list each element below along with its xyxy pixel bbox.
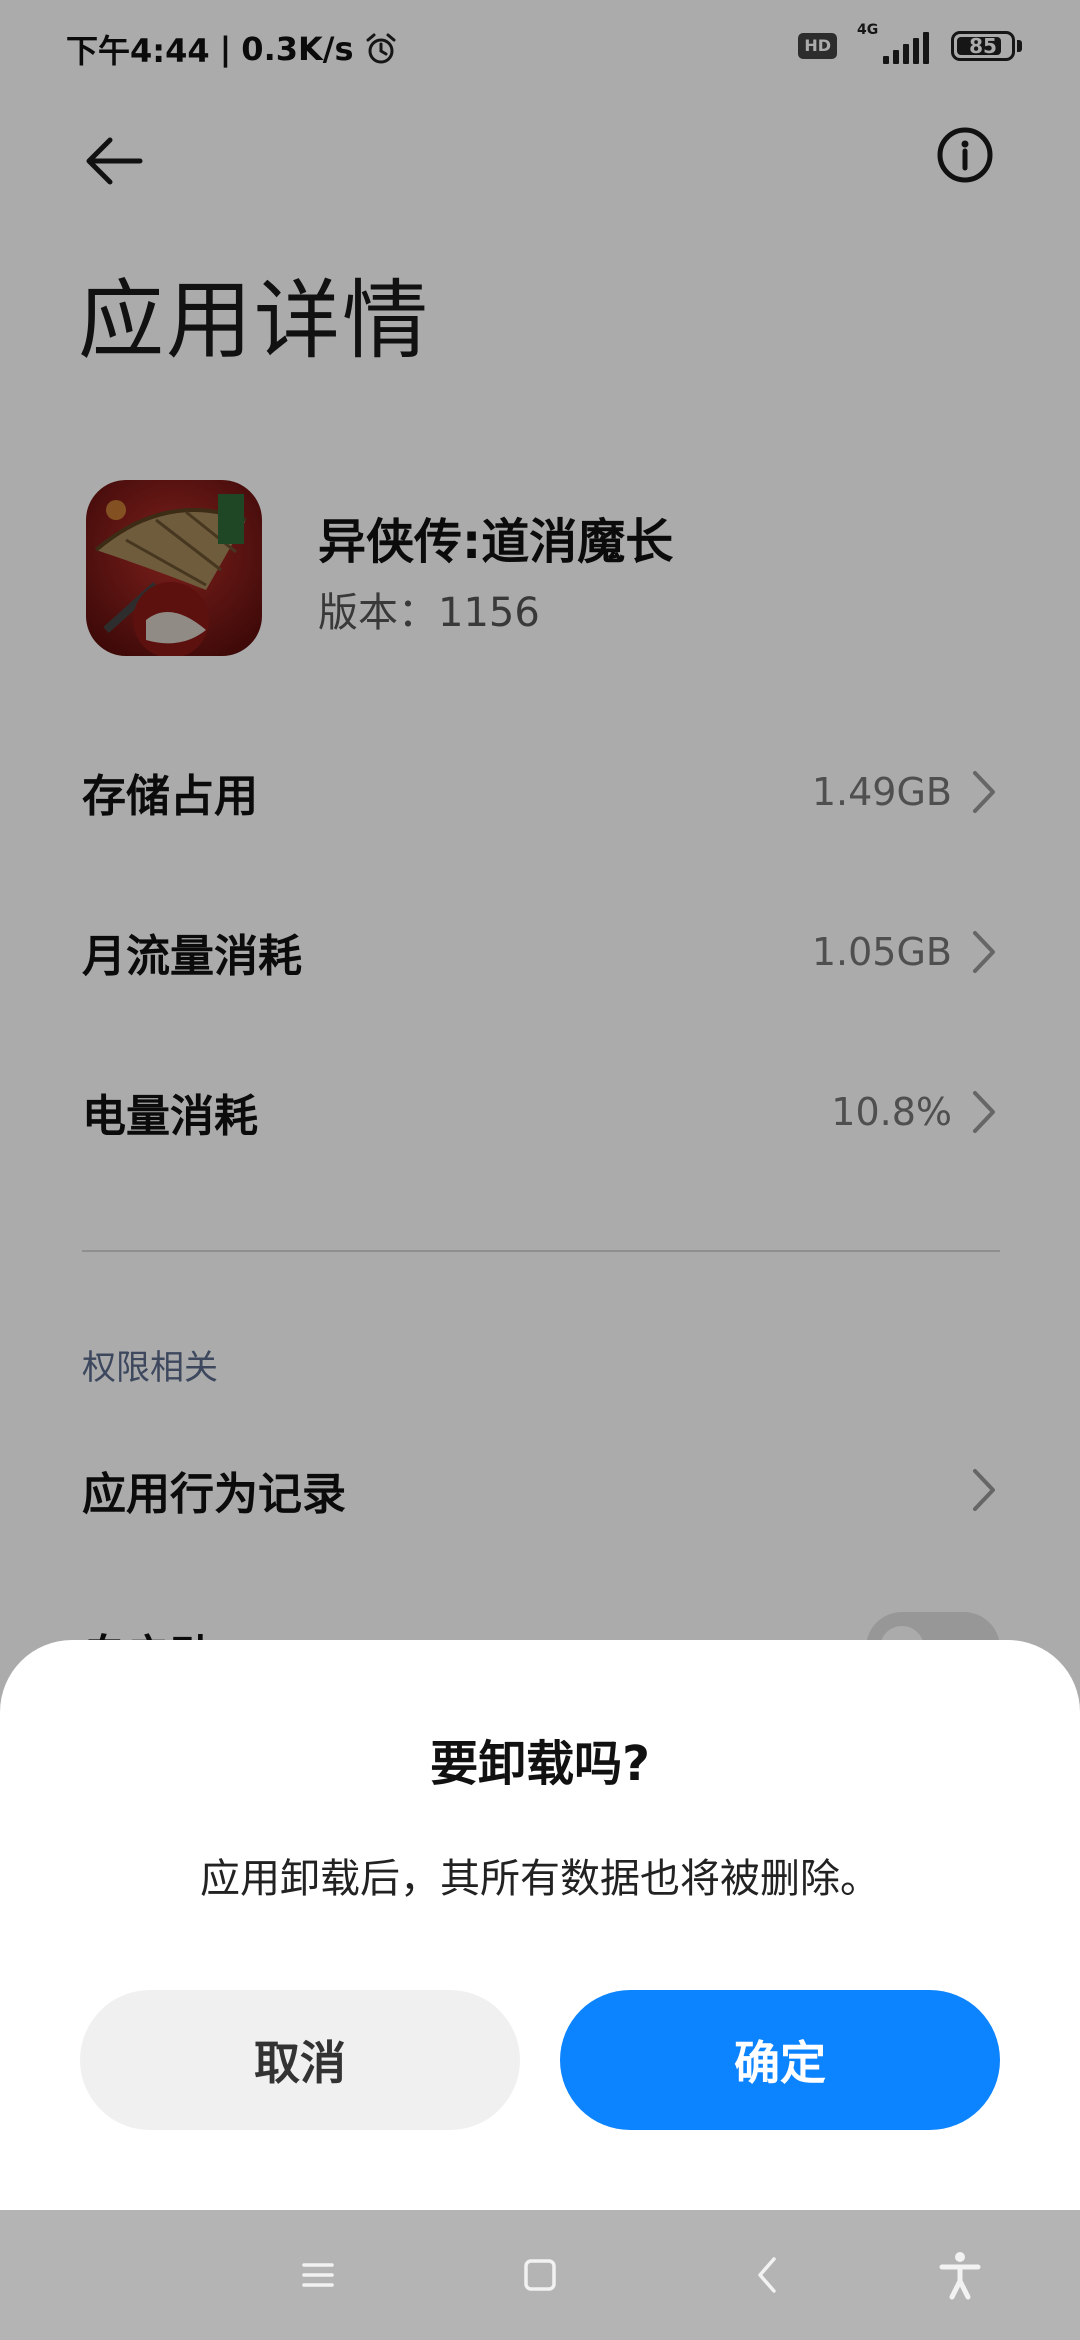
navigation-bar: [0, 2210, 1080, 2340]
uninstall-dialog: 要卸载吗? 应用卸载后，其所有数据也将被删除。 取消 确定: [0, 1640, 1080, 2210]
back-nav-icon[interactable]: [736, 2243, 800, 2307]
dialog-message: 应用卸载后，其所有数据也将被删除。: [200, 1856, 880, 1902]
confirm-button[interactable]: 确定: [560, 1990, 1000, 2130]
menu-icon[interactable]: [286, 2243, 350, 2307]
cancel-button[interactable]: 取消: [80, 1990, 520, 2130]
accessibility-icon[interactable]: [928, 2243, 992, 2307]
app-details-screen: 下午4:44 | 0.3K/s HD 4G 85 应用详情 异侠传:道消魔长 版…: [0, 0, 1080, 2340]
dialog-title: 要卸载吗?: [430, 1736, 650, 1792]
home-icon[interactable]: [508, 2243, 572, 2307]
